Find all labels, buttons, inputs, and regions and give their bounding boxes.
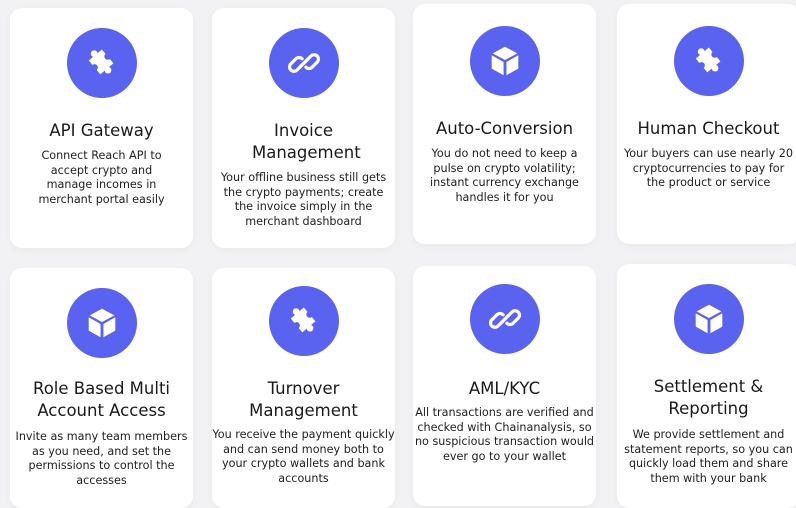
card-description: Your offline business still gets the cry…	[220, 171, 387, 228]
feature-card-invoice-management: Invoice Management Your offline business…	[212, 8, 395, 248]
feature-card-api-gateway: API Gateway Connect Reach API to accept …	[10, 8, 193, 248]
card-title: API Gateway	[49, 121, 154, 140]
cube-icon	[469, 26, 540, 96]
card-description: You receive the payment quickly and can …	[212, 428, 395, 485]
card-title: Human Checkout	[637, 119, 780, 138]
card-description: Invite as many team members as you need,…	[15, 430, 188, 487]
card-title: Settlement & Reporting	[653, 377, 764, 418]
card-title: Role Based Multi Account Access	[32, 379, 171, 420]
card-description: Your buyers can use nearly 20 cryptocurr…	[623, 147, 794, 190]
feature-card-auto-conversion: Auto-Conversion You do not need to keep …	[413, 4, 596, 244]
puzzle-icon	[66, 28, 137, 98]
cube-icon	[66, 288, 137, 358]
feature-card-settlement-reporting: Settlement & Reporting We provide settle…	[617, 264, 796, 508]
card-description: We provide settlement and statement repo…	[624, 428, 793, 485]
card-title: AML/KYC	[468, 379, 541, 398]
card-description: You do not need to keep a pulse on crypt…	[430, 147, 579, 204]
card-title: Auto-Conversion	[435, 119, 574, 138]
link-icon	[469, 284, 540, 354]
card-title: Invoice Management	[252, 121, 361, 162]
card-description: All transactions are verified and checke…	[414, 406, 595, 463]
card-description: Connect Reach API to accept crypto and m…	[38, 149, 165, 206]
feature-card-role-based-access: Role Based Multi Account Access Invite a…	[10, 268, 193, 508]
feature-card-turnover-management: Turnover Management You receive the paym…	[212, 268, 395, 508]
puzzle-icon	[268, 286, 339, 356]
feature-card-human-checkout: Human Checkout Your buyers can use nearl…	[617, 4, 796, 244]
link-icon	[268, 28, 339, 98]
feature-card-aml-kyc: AML/KYC All transactions are verified an…	[413, 266, 596, 506]
card-title: Turnover Management	[249, 379, 358, 420]
cube-icon	[673, 284, 744, 354]
puzzle-icon	[673, 26, 744, 96]
